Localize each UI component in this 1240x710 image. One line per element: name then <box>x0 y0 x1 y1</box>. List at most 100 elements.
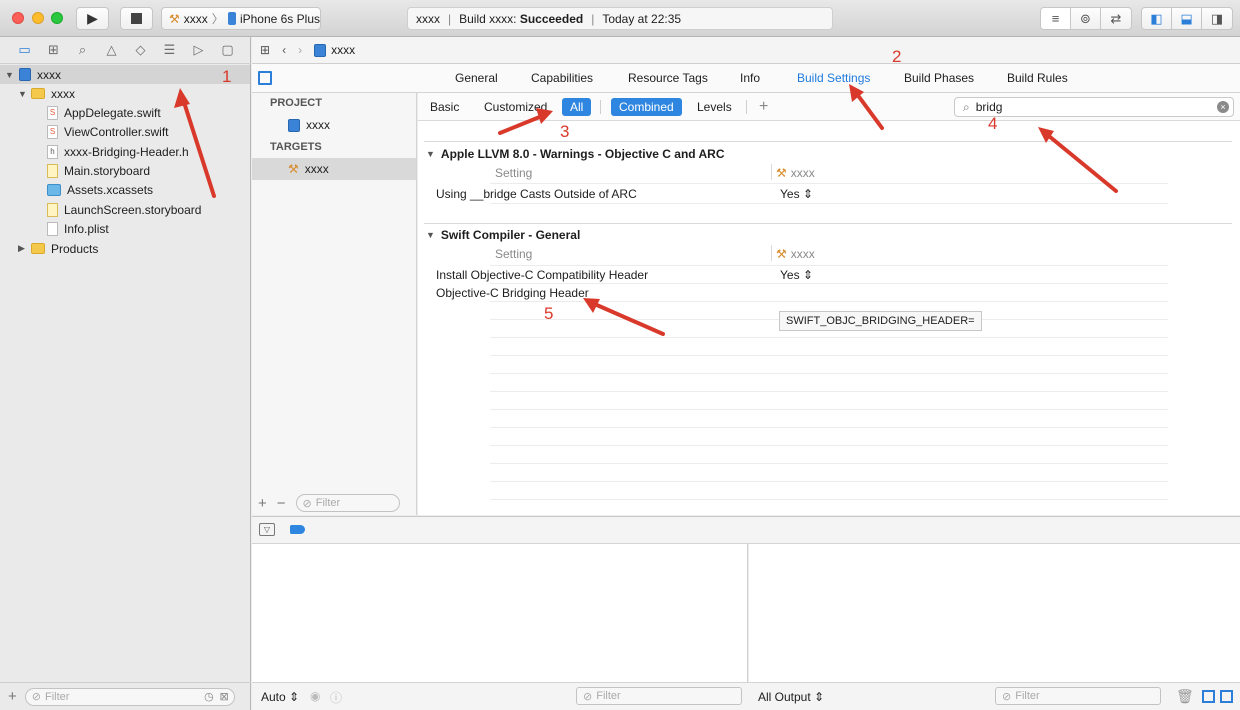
tree-item-file[interactable]: h xxxx-Bridging-Header.h <box>0 142 250 161</box>
related-items-icon[interactable]: ⊞ <box>260 43 270 57</box>
add-icon[interactable]: + <box>258 495 267 512</box>
debug-bar: ▽ <box>252 516 1240 544</box>
add-icon[interactable]: + <box>8 688 17 705</box>
disclosure-open-icon[interactable]: ▼ <box>426 230 435 240</box>
tab-build-rules[interactable]: Build Rules <box>1007 71 1068 85</box>
tree-item-project[interactable]: ▼ xxxx <box>0 65 250 84</box>
basic-button[interactable]: Basic <box>422 98 467 116</box>
symbol-icon[interactable]: ⊞ <box>43 40 64 61</box>
split-right-icon[interactable] <box>1220 690 1233 703</box>
target-item[interactable]: ⚒ xxxx <box>252 158 416 180</box>
status-project: xxxx <box>416 11 440 26</box>
setting-value-popup[interactable]: Yes ⇕ <box>780 268 813 282</box>
folder-icon[interactable]: ▭ <box>14 40 35 61</box>
levels-button[interactable]: Levels <box>689 98 740 116</box>
info-icon[interactable]: ⓘ <box>330 689 342 706</box>
close-window-button[interactable] <box>12 12 24 24</box>
combined-button[interactable]: Combined <box>611 98 682 116</box>
split-left-icon[interactable] <box>1202 690 1215 703</box>
navigator-filter-input[interactable]: ⊘ Filter ◷ ⊠ <box>24 687 235 706</box>
tab-build-settings[interactable]: Build Settings <box>797 71 870 85</box>
sidebar-toggle-icon[interactable] <box>258 71 272 85</box>
folder-icon <box>31 243 45 254</box>
quick-look-icon[interactable]: ◉ <box>310 689 320 703</box>
breakpoint-icon[interactable]: ▷ <box>188 40 209 61</box>
disclosure-open-icon[interactable]: ▼ <box>426 149 435 159</box>
standard-editor-icon[interactable]: ≡ <box>1041 8 1071 29</box>
console-filter-input[interactable]: ⊘ Filter <box>995 687 1161 705</box>
scm-icon[interactable]: ⊠ <box>220 690 229 703</box>
targets-filter-input[interactable]: ⊘ Filter <box>295 494 400 512</box>
status-time: Today at 22:35 <box>602 11 682 26</box>
disclosure-closed-icon[interactable]: ▶ <box>18 243 28 254</box>
stop-button[interactable] <box>120 7 153 30</box>
app-target-icon: ⚒ <box>776 166 787 180</box>
assistant-editor-icon[interactable]: ⊚ <box>1071 8 1101 29</box>
zoom-window-button[interactable] <box>51 12 63 24</box>
targets-footer: + − ⊘ Filter <box>252 491 416 515</box>
tree-item-file[interactable]: S ViewController.swift <box>0 122 250 141</box>
tab-general[interactable]: General <box>455 71 498 85</box>
tab-info[interactable]: Info <box>740 71 760 85</box>
recent-icon[interactable]: ◷ <box>204 690 214 703</box>
setting-name[interactable]: Objective-C Bridging Header <box>436 286 589 300</box>
setting-column-header: Setting <box>495 166 533 180</box>
console-output-popup[interactable]: All Output ⇕ <box>758 690 824 704</box>
section-header[interactable]: ▼ Swift Compiler - General <box>426 228 580 242</box>
jump-bar-item[interactable]: xxxx <box>314 43 355 57</box>
device-name: iPhone 6s Plus <box>239 11 320 26</box>
project-item[interactable]: xxxx <box>252 114 416 136</box>
warning-icon[interactable]: △ <box>101 40 122 61</box>
tree-item-file[interactable]: Assets.xcassets <box>0 180 250 199</box>
setting-name[interactable]: Install Objective-C Compatibility Header <box>436 268 648 282</box>
tree-item-group[interactable]: ▼ xxxx <box>0 84 250 103</box>
filter-placeholder: Filter <box>596 690 621 702</box>
run-button[interactable]: ▶ <box>76 7 109 30</box>
tab-resource-tags[interactable]: Resource Tags <box>628 71 708 85</box>
minimize-window-button[interactable] <box>32 12 44 24</box>
breakpoints-toggle-icon[interactable] <box>290 525 305 534</box>
disclosure-open-icon[interactable]: ▼ <box>18 89 28 99</box>
setting-name[interactable]: Using __bridge Casts Outside of ARC <box>436 187 637 201</box>
setting-value-popup[interactable]: Yes ⇕ <box>780 187 813 201</box>
tab-build-phases[interactable]: Build Phases <box>904 71 974 85</box>
report-icon[interactable]: ▢ <box>217 40 238 61</box>
debug-toggle-icon[interactable]: ⬓ <box>1172 8 1202 29</box>
tree-item-file[interactable]: LaunchScreen.storyboard <box>0 200 250 219</box>
version-editor-icon[interactable]: ⇄ <box>1101 8 1131 29</box>
debug-icon[interactable]: ☰ <box>159 40 180 61</box>
section-title: Swift Compiler - General <box>440 228 581 242</box>
scheme-selector[interactable]: ⚒ xxxx 〉 iPhone 6s Plus <box>161 7 321 30</box>
customized-button[interactable]: Customized <box>476 98 555 116</box>
auto-variables-popup[interactable]: Auto ⇕ <box>261 690 299 704</box>
back-icon[interactable]: ‹ <box>282 43 286 57</box>
search-icon: ⌕ <box>963 99 970 114</box>
scheme-name: xxxx <box>183 11 208 26</box>
targets-header: TARGETS <box>270 141 322 153</box>
navigator-toggle-icon[interactable]: ◧ <box>1142 8 1172 29</box>
trash-icon[interactable]: 🗑 <box>1176 688 1194 705</box>
tab-capabilities[interactable]: Capabilities <box>531 71 593 85</box>
tree-item-products[interactable]: ▶ Products <box>0 239 250 258</box>
add-setting-icon[interactable]: + <box>759 98 768 116</box>
all-button[interactable]: All <box>562 98 592 116</box>
annotation-label-4: 4 <box>988 114 998 133</box>
forward-icon[interactable]: › <box>298 43 302 57</box>
tree-item-label: Assets.xcassets <box>67 182 154 197</box>
hide-debug-area-icon[interactable]: ▽ <box>259 523 275 536</box>
search-icon[interactable]: ⌕ <box>72 40 93 61</box>
clear-search-icon[interactable]: × <box>1217 101 1229 113</box>
target-column-header: ⚒ xxxx <box>776 166 815 180</box>
swift-file-icon: S <box>47 124 58 139</box>
tree-item-file[interactable]: Main.storyboard <box>0 161 250 180</box>
section-header[interactable]: ▼ Apple LLVM 8.0 - Warnings - Objective … <box>426 147 725 161</box>
remove-icon[interactable]: − <box>277 495 286 512</box>
test-icon[interactable]: ◇ <box>130 40 151 61</box>
tree-item-file[interactable]: Info.plist <box>0 219 250 238</box>
utilities-toggle-icon[interactable]: ◨ <box>1202 8 1232 29</box>
disclosure-open-icon[interactable]: ▼ <box>5 70 15 80</box>
variables-filter-input[interactable]: ⊘ Filter <box>576 687 742 705</box>
tree-item-file[interactable]: S AppDelegate.swift <box>0 103 250 122</box>
tree-item-label: LaunchScreen.storyboard <box>64 202 202 217</box>
folder-icon <box>31 88 45 99</box>
